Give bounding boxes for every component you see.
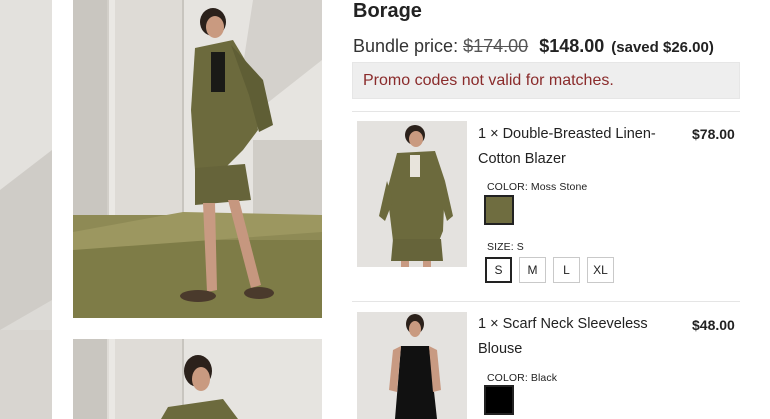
size-option-xl[interactable]: XL	[587, 257, 614, 283]
bundle-price: $148.00	[539, 36, 605, 56]
divider	[352, 301, 740, 302]
size-option-l[interactable]: L	[553, 257, 580, 283]
item-price: $48.00	[692, 317, 735, 333]
bundle-price-label: Bundle price:	[353, 36, 459, 56]
product-title: Borage	[353, 0, 422, 22]
size-label: SIZE: S	[487, 241, 524, 253]
second-product-photo[interactable]	[73, 339, 322, 419]
divider	[352, 111, 740, 112]
blazer-thumbnail[interactable]	[357, 121, 467, 267]
color-label: COLOR: Black	[487, 372, 558, 384]
item-name[interactable]: 1 × Scarf Neck Sleeveless Blouse	[478, 312, 683, 362]
color-label: COLOR: Moss Stone	[487, 181, 588, 193]
item-price: $78.00	[692, 126, 735, 142]
item-name[interactable]: 1 × Double-Breasted Linen-Cotton Blazer	[478, 122, 683, 172]
size-option-m[interactable]: M	[519, 257, 546, 283]
color-swatch-moss-stone[interactable]	[484, 195, 514, 225]
promo-notice: Promo codes not valid for matches.	[352, 62, 740, 99]
edge-product-photo[interactable]	[0, 0, 52, 419]
bundle-price-row: Bundle price: $174.00 $148.00 (saved $26…	[353, 35, 714, 59]
main-product-photo[interactable]	[73, 0, 322, 318]
blouse-thumbnail[interactable]	[357, 312, 467, 419]
color-swatch-black[interactable]	[484, 385, 514, 415]
savings-text: (saved $26.00)	[611, 39, 714, 56]
original-price: $174.00	[463, 36, 529, 56]
size-options: S M L XL	[485, 257, 614, 283]
size-option-s[interactable]: S	[485, 257, 512, 283]
